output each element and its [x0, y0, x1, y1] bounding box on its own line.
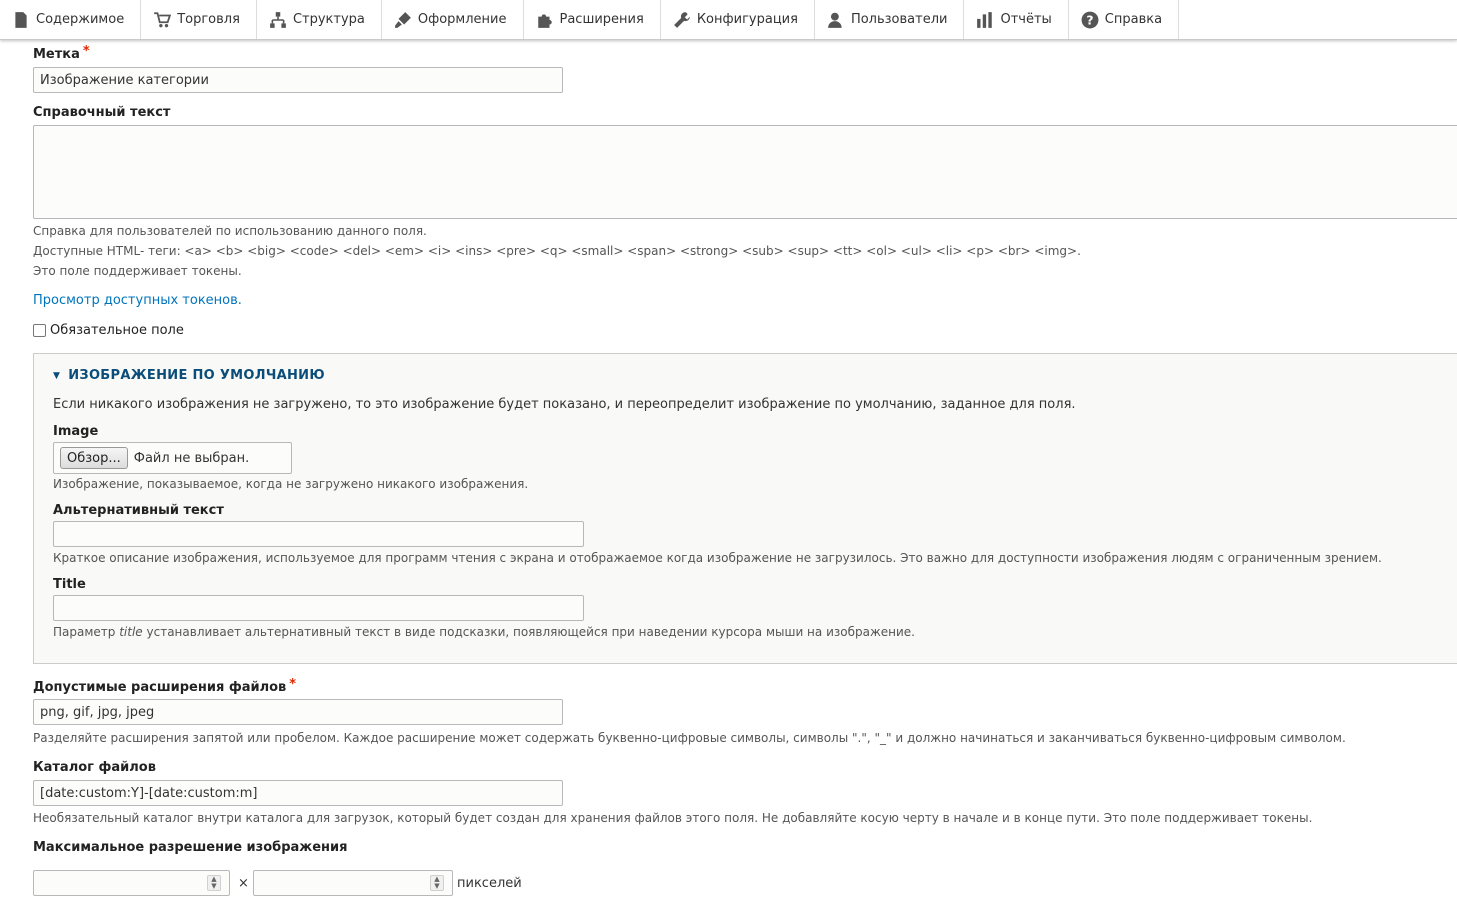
title-label: Title [53, 577, 86, 592]
file-status: Файл не выбран. [133, 450, 250, 466]
alt-text-input[interactable] [53, 521, 584, 547]
toolbar-item-config[interactable]: Конфигурация [661, 0, 815, 39]
directory-input[interactable]: [date:custom:Y]-[date:custom:m] [33, 780, 563, 806]
triangle-down-icon: ▼ [53, 370, 61, 381]
max-height-input[interactable]: ▲ ▼ [253, 870, 453, 896]
required-checkbox[interactable] [33, 324, 46, 337]
toolbar-item-label: Структура [292, 12, 365, 27]
directory-label: Каталог файлов [33, 760, 156, 775]
default-image-legend: ИЗОБРАЖЕНИЕ ПО УМОЛЧАНИЮ [68, 368, 325, 383]
title-desc: Параметр title устанавливает альтернатив… [53, 625, 915, 639]
browse-tokens-link[interactable]: Просмотр доступных токенов. [33, 293, 242, 308]
image-file-input[interactable]: Обзор... Файл не выбран. [53, 442, 292, 474]
toolbar-item-people[interactable]: Пользователи [815, 0, 965, 39]
toolbar-item-label: Отчёты [1000, 12, 1052, 27]
user-icon [827, 11, 845, 29]
toolbar-item-label: Конфигурация [696, 12, 798, 27]
toolbar-item-content[interactable]: Содержимое [0, 0, 142, 39]
times-separator: × [238, 876, 249, 891]
help-text-label: Справочный текст [33, 105, 171, 120]
structure-icon [269, 11, 287, 29]
toolbar-item-label: Расширения [559, 12, 644, 27]
cart-icon [153, 11, 172, 29]
allowed-html-desc: Доступные HTML- теги: <a> <b> <big> <cod… [33, 244, 1081, 258]
required-checkbox-label: Обязательное поле [50, 323, 184, 338]
help-icon: ? [1081, 11, 1099, 29]
spinner-icon[interactable]: ▲ ▼ [207, 875, 221, 891]
extensions-label: Допустимые расширения файлов * [33, 677, 297, 695]
toolbar-item-structure[interactable]: Структура [257, 0, 382, 39]
tokens-support-desc: Это поле поддерживает токены. [33, 264, 242, 278]
paintbrush-icon [394, 11, 412, 29]
alt-text-desc: Краткое описание изображения, используем… [53, 551, 1382, 565]
wrench-icon [673, 11, 691, 29]
help-text-desc: Справка для пользователей по использован… [33, 224, 427, 238]
admin-toolbar: Содержимое Торговля Структура Оформление… [0, 0, 1457, 40]
title-desc-emphasis: title [119, 625, 143, 639]
browse-button[interactable]: Обзор... [60, 447, 128, 469]
required-mark: * [289, 677, 297, 692]
spinner-icon[interactable]: ▲ ▼ [430, 875, 444, 891]
image-desc: Изображение, показываемое, когда не загр… [53, 477, 529, 491]
pixels-unit: пикселей [457, 876, 522, 891]
required-field-row[interactable]: Обязательное поле [33, 323, 184, 338]
toolbar-item-commerce[interactable]: Торговля [141, 0, 257, 39]
help-text-textarea[interactable] [33, 125, 1457, 219]
toolbar-item-label: Содержимое [36, 12, 125, 27]
max-resolution-label: Максимальное разрешение изображения [33, 840, 348, 855]
svg-text:?: ? [1086, 13, 1093, 27]
puzzle-icon [536, 11, 554, 29]
toolbar-item-help[interactable]: ? Справка [1069, 0, 1180, 39]
default-image-toggle[interactable]: ▼ ИЗОБРАЖЕНИЕ ПО УМОЛЧАНИЮ [53, 368, 325, 383]
label-input[interactable]: Изображение категории [33, 67, 563, 93]
default-image-intro: Если никакого изображения не загружено, … [53, 397, 1076, 412]
toolbar-item-label: Справка [1104, 12, 1163, 27]
image-label: Image [53, 424, 99, 439]
alt-text-label: Альтернативный текст [53, 503, 224, 518]
toolbar-item-label: Пользователи [850, 12, 948, 27]
directory-desc: Необязательный каталог внутри каталога д… [33, 811, 1313, 825]
extensions-input[interactable]: png, gif, jpg, jpeg [33, 699, 563, 725]
default-image-fieldset: ▼ ИЗОБРАЖЕНИЕ ПО УМОЛЧАНИЮ Если никакого… [33, 353, 1457, 664]
toolbar-item-label: Оформление [417, 12, 507, 27]
toolbar-item-label: Торговля [177, 12, 240, 27]
required-mark: * [82, 44, 90, 59]
bar-chart-icon [976, 11, 994, 29]
file-icon [12, 11, 30, 29]
label-field-label: Метка * [33, 44, 90, 62]
max-width-input[interactable]: ▲ ▼ [33, 870, 230, 896]
toolbar-item-reports[interactable]: Отчёты [964, 0, 1069, 39]
toolbar-item-extend[interactable]: Расширения [524, 0, 661, 39]
title-input[interactable] [53, 595, 584, 621]
extensions-desc: Разделяйте расширения запятой или пробел… [33, 731, 1346, 745]
toolbar-item-appearance[interactable]: Оформление [382, 0, 524, 39]
